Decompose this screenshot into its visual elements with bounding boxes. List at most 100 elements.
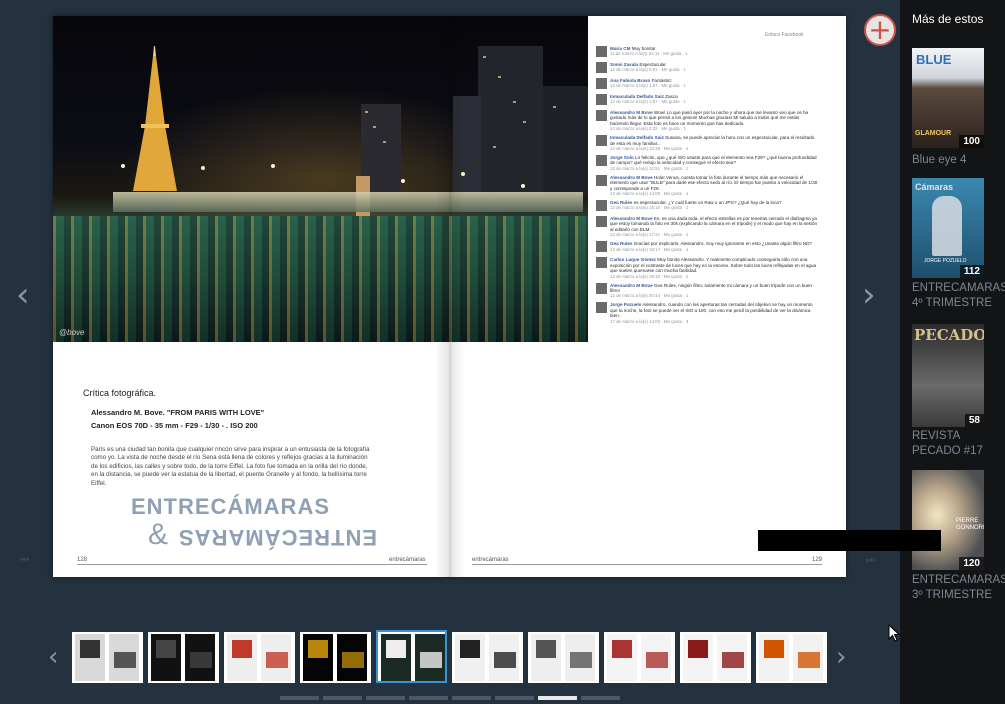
facebook-comment: Gea Rules es espectacular. ¿Y cuál fuert… — [596, 200, 818, 212]
commenter-name[interactable]: Carlos Luque Gómez — [610, 257, 656, 262]
comment-meta: 12 de marzo a la(s) 19:32 · Me gusta · 2 — [610, 273, 689, 279]
commenter-name[interactable]: Gea Rules — [610, 200, 632, 205]
avatar — [596, 78, 607, 89]
cover-subtitle: PIERRE GONNORD — [956, 518, 984, 531]
comment-meta: 12 de marzo a la(s) 20:44 · Me gusta · 1 — [610, 293, 689, 299]
critique-body: París es una ciudad tan bonita que cualq… — [91, 446, 370, 487]
pager-dot[interactable] — [366, 696, 405, 700]
commenter-name[interactable]: Inmaculada Delfado Saiz — [610, 94, 664, 99]
page-thumbnail[interactable] — [376, 630, 447, 683]
page-thumbnail[interactable] — [72, 632, 143, 683]
pager-dot[interactable] — [538, 696, 577, 700]
thumb-image — [80, 640, 100, 658]
cover-title-pecado[interactable]: REVISTA PECADO #17 — [912, 429, 1005, 459]
thumb-image — [798, 652, 820, 668]
commenter-name[interactable]: Gea Rules — [610, 241, 632, 246]
magazine-spread[interactable]: 128 entrecámaras Crítica fotográfica. Al… — [53, 16, 846, 577]
first-page-icon[interactable]: ⏮ — [20, 555, 29, 566]
facebook-comment: Maria CM Muy bonita! 11 de marzo a la(s) … — [596, 46, 818, 58]
avatar — [596, 282, 607, 294]
page-thumbnail[interactable] — [300, 632, 371, 683]
thumb-image — [342, 652, 364, 668]
footer-brand-right: entrecámaras — [472, 557, 509, 563]
commenter-name[interactable]: Alessandro M Bove — [610, 110, 653, 115]
avatar — [596, 241, 607, 253]
facebook-comments-screenshot: Enlace Facebook Maria CM Muy bonita! 11 d… — [590, 22, 823, 527]
add-to-collection-button[interactable]: + — [864, 14, 896, 46]
comment-body: es espectacular. ¿Y cuál fuerte un Raw o… — [633, 200, 782, 206]
thumb-image — [420, 652, 442, 668]
commenter-name[interactable]: Inmaculada Delfado Saiz — [610, 135, 664, 140]
avatar — [596, 200, 607, 212]
avatar — [596, 216, 607, 228]
thumb-image — [722, 652, 744, 668]
pager-dot[interactable] — [452, 696, 491, 700]
comment-body: Zasca — [665, 94, 678, 99]
section-title: Crítica fotográfica. — [83, 388, 157, 398]
commenter-name[interactable]: Maria CM — [610, 46, 630, 51]
pager-dot[interactable] — [323, 696, 362, 700]
avatar — [596, 62, 607, 73]
footer-brand-left: entrecámaras — [389, 557, 426, 563]
page-thumbnail[interactable] — [224, 632, 295, 683]
next-page-arrow-icon[interactable]: › — [862, 278, 876, 312]
cover-title-entrecamaras-3[interactable]: ENTRECAMARAS 3º TRIMESTRE — [912, 573, 1005, 603]
comment-meta: 12 de marzo a la(s) 14:09 · Me gusta · 1 — [610, 191, 689, 197]
comment-text: Inmaculada Delfado Saiz Susana, se puede… — [610, 135, 818, 146]
footer-divider — [77, 564, 427, 565]
thumbs-prev-icon[interactable]: ‹ — [48, 640, 58, 674]
comment-meta: 12 de marzo a la(s) 10:38 · Me gusta · 1 — [610, 146, 689, 152]
commenter-name[interactable]: Alessandro M Bove — [610, 216, 653, 221]
thumb-image — [190, 652, 212, 668]
river-reflection — [53, 216, 588, 342]
comment-body: Alessandro, cuando con las aperturas tan… — [610, 302, 813, 319]
commenter-name[interactable]: Alessandro M Bove — [610, 175, 653, 180]
pager-dot[interactable] — [409, 696, 448, 700]
pager-dot[interactable] — [495, 696, 534, 700]
logo-ampersand: & — [148, 518, 169, 551]
comment-text: Carlos Luque Gómez Muy bonita Alessandro… — [610, 257, 818, 273]
comment-meta: 12 de marzo a la(s) 12:51 · Me gusta · 1 — [610, 165, 689, 171]
comment-body: Espectacular — [639, 62, 666, 67]
pager-dot[interactable] — [280, 696, 319, 700]
sidebar-title: Más de estos — [912, 12, 984, 26]
page-thumbnail[interactable] — [452, 632, 523, 683]
commenter-name[interactable]: Ana Fabiola Bravo — [610, 78, 650, 83]
commenter-name[interactable]: Alessandro M Bove — [610, 283, 653, 288]
avatar — [596, 302, 607, 314]
page-thumbnail[interactable] — [148, 632, 219, 683]
photo-specs: Canon EOS 70D - 35 mm - F29 - 1/30 - . I… — [91, 421, 258, 430]
cover-title-entrecamaras-4[interactable]: ENTRECAMARAS 4º TRIMESTRE — [912, 281, 1005, 311]
facebook-comment: Sonsi Zavala Espectacular 12 de marzo a l… — [596, 62, 818, 74]
avatar — [596, 110, 607, 121]
comment-meta: 17 de marzo a la(s) 14:03 · Me gusta · 3 — [610, 318, 689, 324]
page-count-badge: 112 — [959, 265, 984, 278]
thumb-image — [764, 640, 784, 658]
page-count-badge: 120 — [959, 557, 984, 570]
prev-page-arrow-icon[interactable]: ‹ — [16, 278, 30, 312]
page-thumbnail[interactable] — [756, 632, 827, 683]
comment-text: Gea Rules Gracias por explicarlo, Alessa… — [610, 241, 818, 246]
facebook-comment: Ana Fabiola Bravo Fantástic! 12 de marzo … — [596, 78, 818, 90]
commenter-name[interactable]: Sonsi Zavala — [610, 62, 638, 67]
thumb-image — [536, 640, 556, 658]
cover-title-blue-eye[interactable]: Blue eye 4 — [912, 153, 1005, 168]
avatar — [596, 135, 607, 147]
page-thumbnail[interactable] — [604, 632, 675, 683]
thumbs-next-icon[interactable]: › — [836, 640, 846, 674]
cover-entrecamaras-4[interactable]: Cámaras JORGE POZUELO 112 — [912, 178, 984, 278]
avatar — [596, 155, 607, 167]
paris-night-photo: @bove — [53, 16, 588, 342]
thumb-image — [460, 640, 480, 658]
commenter-name[interactable]: Jorge Pozuelo — [610, 302, 641, 307]
avatar — [596, 94, 607, 105]
facebook-comment: Alessandro M Bove Wow! Lo que pasó ayer … — [596, 110, 818, 131]
last-page-icon[interactable]: ⏭ — [866, 555, 875, 566]
page-thumbnail[interactable] — [528, 632, 599, 683]
pager-dot[interactable] — [581, 696, 620, 700]
commenter-name[interactable]: Jorge Solo — [610, 155, 634, 160]
cover-pecado[interactable]: PECADO 58 — [912, 324, 984, 427]
cover-blue-eye[interactable]: BLUE GLAMOUR 100 — [912, 48, 984, 148]
cover-entrecamaras-3[interactable]: PIERRE GONNORD 120 — [912, 470, 984, 570]
page-thumbnail[interactable] — [680, 632, 751, 683]
